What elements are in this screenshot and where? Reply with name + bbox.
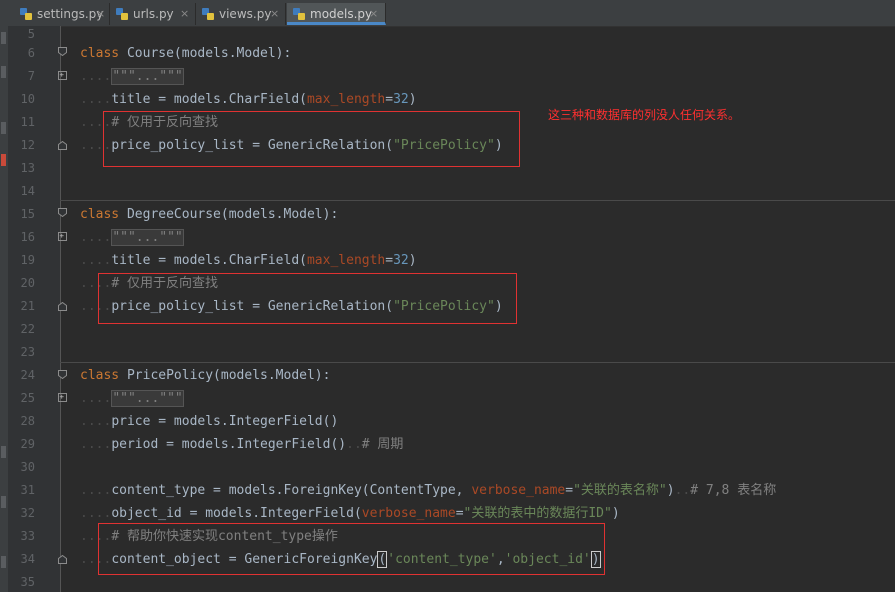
close-icon[interactable]: × [270, 3, 279, 25]
tool-window-handle[interactable] [1, 496, 6, 508]
tab-label: settings.py [37, 7, 104, 21]
tab-label: urls.py [133, 7, 174, 21]
line-number: 13 [20, 161, 35, 175]
highlight-box [103, 111, 520, 167]
close-icon[interactable]: × [180, 3, 189, 25]
code-line[interactable]: ...."""...""" [80, 68, 184, 86]
tool-window-handle[interactable] [1, 32, 6, 44]
expand-fold-icon[interactable] [58, 232, 67, 241]
line-number: 32 [20, 506, 35, 520]
python-file-icon [293, 8, 305, 20]
line-number: 31 [20, 483, 35, 497]
line-number: 35 [20, 575, 35, 589]
code-line[interactable]: ....content_type = models.ForeignKey(Con… [80, 482, 776, 500]
tab-urls-py[interactable]: urls.py × [110, 3, 196, 25]
editor-tab-bar: settings.py × urls.py × views.py × model… [0, 0, 895, 27]
line-number: 16 [20, 230, 35, 244]
method-separator [60, 362, 895, 363]
line-number: 7 [27, 69, 35, 83]
fold-start-icon[interactable] [58, 47, 67, 56]
tab-label: models.py [310, 7, 373, 21]
python-file-icon [116, 8, 128, 20]
code-line[interactable]: ...."""...""" [80, 390, 184, 408]
line-number: 12 [20, 138, 35, 152]
highlight-box [98, 273, 517, 324]
tool-window-handle[interactable] [1, 66, 6, 78]
line-number: 10 [20, 92, 35, 106]
folded-docstring[interactable]: """...""" [111, 68, 184, 85]
tab-label: views.py [219, 7, 272, 21]
close-icon[interactable]: × [369, 3, 378, 25]
code-line[interactable]: ....price = models.IntegerField() [80, 413, 338, 431]
line-number: 23 [20, 345, 35, 359]
code-line[interactable]: ....title = models.CharField(max_length=… [80, 252, 417, 270]
highlight-box [98, 523, 605, 575]
fold-end-icon[interactable] [58, 555, 67, 564]
close-icon[interactable]: × [96, 3, 105, 25]
fold-start-icon[interactable] [58, 370, 67, 379]
code-line[interactable]: class PricePolicy(models.Model): [80, 367, 330, 385]
line-number: 25 [20, 391, 35, 405]
code-line[interactable]: class DegreeCourse(models.Model): [80, 206, 338, 224]
line-number: 29 [20, 437, 35, 451]
code-line[interactable]: ....period = models.IntegerField()..# 周期 [80, 436, 403, 454]
expand-fold-icon[interactable] [58, 393, 67, 402]
tab-views-py[interactable]: views.py × [196, 3, 286, 25]
code-line[interactable]: ....object_id = models.IntegerField(verb… [80, 505, 620, 523]
tab-models-py[interactable]: models.py × [287, 3, 386, 25]
tool-window-handle[interactable] [1, 154, 6, 166]
tool-window-handle[interactable] [1, 122, 6, 134]
python-file-icon [202, 8, 214, 20]
line-number: 14 [20, 184, 35, 198]
line-number: 22 [20, 322, 35, 336]
line-number: 21 [20, 299, 35, 313]
line-number: 11 [20, 115, 35, 129]
line-number: 33 [20, 529, 35, 543]
line-number: 19 [20, 253, 35, 267]
folded-docstring[interactable]: """...""" [111, 229, 184, 246]
annotation-note: 这三种和数据库的列没人任何关系。 [548, 108, 741, 122]
code-line[interactable]: class Course(models.Model): [80, 45, 291, 63]
line-number: 5 [27, 27, 35, 41]
code-line[interactable]: ....title = models.CharField(max_length=… [80, 91, 417, 109]
fold-end-icon[interactable] [58, 141, 67, 150]
method-separator [60, 200, 895, 201]
fold-start-icon[interactable] [58, 208, 67, 217]
line-number: 24 [20, 368, 35, 382]
line-number: 34 [20, 552, 35, 566]
tool-window-handle[interactable] [1, 556, 6, 568]
line-number: 20 [20, 276, 35, 290]
line-number: 15 [20, 207, 35, 221]
tool-window-handle[interactable] [1, 446, 6, 458]
python-file-icon [20, 8, 32, 20]
folded-docstring[interactable]: """...""" [111, 390, 184, 407]
line-number: 30 [20, 460, 35, 474]
code-line[interactable]: ...."""...""" [80, 229, 184, 247]
tab-settings-py[interactable]: settings.py × [14, 3, 110, 25]
line-number: 6 [27, 46, 35, 60]
expand-fold-icon[interactable] [58, 71, 67, 80]
fold-end-icon[interactable] [58, 302, 67, 311]
line-number: 28 [20, 414, 35, 428]
